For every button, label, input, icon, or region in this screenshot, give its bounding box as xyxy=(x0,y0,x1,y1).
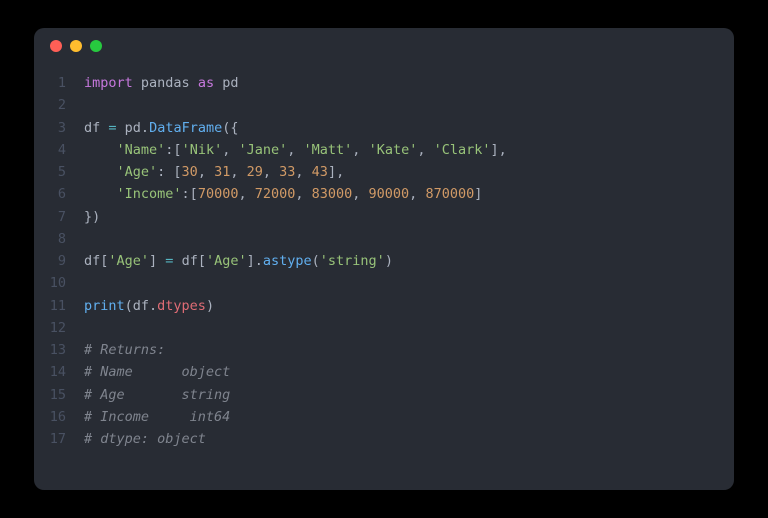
code-line: 8 xyxy=(34,228,734,250)
line-content: }) xyxy=(84,206,100,228)
titlebar xyxy=(34,28,734,64)
code-line: 3df = pd.DataFrame({ xyxy=(34,117,734,139)
line-content: # Age string xyxy=(84,384,230,406)
code-line: 2 xyxy=(34,94,734,116)
line-content: print(df.dtypes) xyxy=(84,295,214,317)
line-number: 14 xyxy=(34,361,84,383)
code-editor[interactable]: 1import pandas as pd23df = pd.DataFrame(… xyxy=(34,64,734,459)
code-line: 12 xyxy=(34,317,734,339)
line-number: 6 xyxy=(34,183,84,205)
line-content: # Name object xyxy=(84,361,230,383)
code-line: 16# Income int64 xyxy=(34,406,734,428)
code-line: 7}) xyxy=(34,206,734,228)
line-number: 5 xyxy=(34,161,84,183)
close-icon[interactable] xyxy=(50,40,62,52)
code-window: 1import pandas as pd23df = pd.DataFrame(… xyxy=(34,28,734,490)
line-number: 2 xyxy=(34,94,84,116)
line-number: 4 xyxy=(34,139,84,161)
line-number: 13 xyxy=(34,339,84,361)
code-line: 14# Name object xyxy=(34,361,734,383)
line-number: 16 xyxy=(34,406,84,428)
code-line: 17# dtype: object xyxy=(34,428,734,450)
line-content: import pandas as pd xyxy=(84,72,238,94)
line-number: 12 xyxy=(34,317,84,339)
line-content: df = pd.DataFrame({ xyxy=(84,117,238,139)
code-line: 15# Age string xyxy=(34,384,734,406)
line-number: 15 xyxy=(34,384,84,406)
code-line: 4 'Name':['Nik', 'Jane', 'Matt', 'Kate',… xyxy=(34,139,734,161)
line-number: 17 xyxy=(34,428,84,450)
line-content: 'Name':['Nik', 'Jane', 'Matt', 'Kate', '… xyxy=(84,139,507,161)
line-content: 'Age': [30, 31, 29, 33, 43], xyxy=(84,161,344,183)
line-number: 9 xyxy=(34,250,84,272)
maximize-icon[interactable] xyxy=(90,40,102,52)
line-content: 'Income':[70000, 72000, 83000, 90000, 87… xyxy=(84,183,482,205)
code-line: 6 'Income':[70000, 72000, 83000, 90000, … xyxy=(34,183,734,205)
code-line: 5 'Age': [30, 31, 29, 33, 43], xyxy=(34,161,734,183)
line-content: # dtype: object xyxy=(84,428,206,450)
minimize-icon[interactable] xyxy=(70,40,82,52)
code-line: 9df['Age'] = df['Age'].astype('string') xyxy=(34,250,734,272)
code-line: 1import pandas as pd xyxy=(34,72,734,94)
line-content: df['Age'] = df['Age'].astype('string') xyxy=(84,250,393,272)
line-content: # Income int64 xyxy=(84,406,230,428)
line-number: 7 xyxy=(34,206,84,228)
code-line: 11print(df.dtypes) xyxy=(34,295,734,317)
code-line: 10 xyxy=(34,272,734,294)
line-content: # Returns: xyxy=(84,339,165,361)
line-number: 3 xyxy=(34,117,84,139)
line-number: 1 xyxy=(34,72,84,94)
line-number: 8 xyxy=(34,228,84,250)
code-line: 13# Returns: xyxy=(34,339,734,361)
line-number: 10 xyxy=(34,272,84,294)
line-number: 11 xyxy=(34,295,84,317)
